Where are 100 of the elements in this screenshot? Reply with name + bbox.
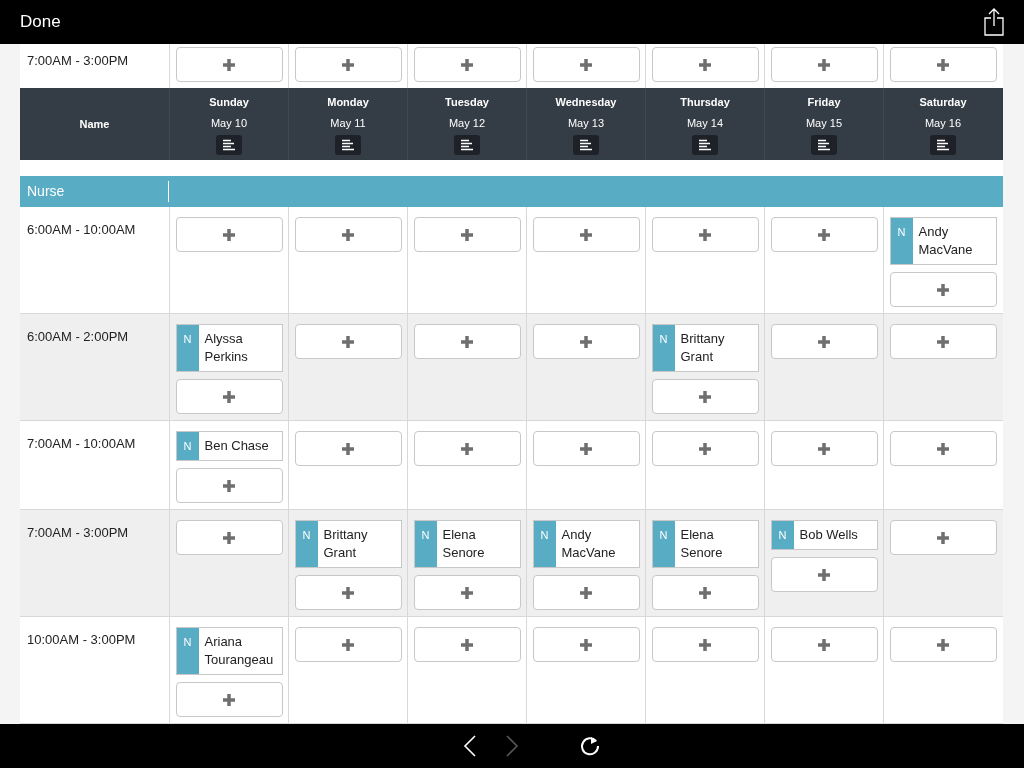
employee-name: Elena Senore bbox=[679, 526, 724, 562]
time-frame-label: 6:00AM - 10:00AM bbox=[27, 222, 136, 237]
add-shift-button[interactable] bbox=[532, 217, 640, 252]
time-frame-label: 7:00AM - 3:00PM bbox=[27, 525, 129, 540]
role-badge: N bbox=[890, 218, 913, 264]
plus-icon bbox=[460, 57, 474, 72]
shift-card[interactable]: N Elena Senore bbox=[651, 520, 759, 568]
shift-card[interactable]: N Alyssa Perkins bbox=[175, 324, 283, 372]
add-shift-button[interactable] bbox=[770, 557, 878, 592]
role-badge: N bbox=[176, 432, 199, 460]
column-header: Name bbox=[79, 116, 110, 132]
add-shift-button[interactable] bbox=[770, 431, 878, 466]
plus-icon bbox=[341, 637, 355, 652]
add-shift-button[interactable] bbox=[413, 47, 521, 82]
done-button[interactable]: Done bbox=[20, 9, 61, 35]
role-badge: N bbox=[652, 521, 675, 567]
add-shift-button[interactable] bbox=[294, 324, 402, 359]
list-icon[interactable] bbox=[216, 135, 242, 155]
add-shift-button[interactable] bbox=[175, 468, 283, 503]
reload-icon[interactable] bbox=[579, 735, 601, 757]
add-shift-button[interactable] bbox=[175, 217, 283, 252]
shift-card[interactable]: N Andy MacVane bbox=[889, 217, 997, 265]
add-shift-button[interactable] bbox=[532, 431, 640, 466]
add-shift-button[interactable] bbox=[294, 575, 402, 610]
plus-icon bbox=[817, 637, 831, 652]
list-icon[interactable] bbox=[335, 135, 361, 155]
add-shift-button[interactable] bbox=[532, 47, 640, 82]
plus-icon bbox=[936, 441, 950, 456]
add-shift-button[interactable] bbox=[889, 47, 997, 82]
plus-icon bbox=[936, 57, 950, 72]
add-shift-button[interactable] bbox=[175, 379, 283, 414]
day-name: Wednesday bbox=[555, 95, 617, 110]
plus-icon bbox=[936, 334, 950, 349]
shift-card[interactable]: N Ben Chase bbox=[175, 431, 283, 461]
day-name: Friday bbox=[807, 95, 841, 110]
add-shift-button[interactable] bbox=[770, 217, 878, 252]
add-shift-button[interactable] bbox=[770, 324, 878, 359]
add-shift-button[interactable] bbox=[651, 47, 759, 82]
add-shift-button[interactable] bbox=[413, 575, 521, 610]
day-date: May 12 bbox=[448, 115, 486, 131]
list-icon[interactable] bbox=[573, 135, 599, 155]
shift-card[interactable]: N Ariana Tourangeau bbox=[175, 627, 283, 675]
add-shift-button[interactable] bbox=[651, 575, 759, 610]
list-icon[interactable] bbox=[811, 135, 837, 155]
add-shift-button[interactable] bbox=[889, 272, 997, 307]
share-icon[interactable] bbox=[984, 8, 1004, 36]
role-badge: N bbox=[533, 521, 556, 567]
add-shift-button[interactable] bbox=[532, 575, 640, 610]
add-shift-button[interactable] bbox=[889, 324, 997, 359]
plus-icon bbox=[817, 57, 831, 72]
employee-name: Andy MacVane bbox=[917, 223, 974, 259]
plus-icon bbox=[936, 637, 950, 652]
add-shift-button[interactable] bbox=[532, 627, 640, 662]
plus-icon bbox=[817, 567, 831, 582]
list-icon[interactable] bbox=[454, 135, 480, 155]
plus-icon bbox=[579, 334, 593, 349]
plus-icon bbox=[579, 227, 593, 242]
add-shift-button[interactable] bbox=[770, 627, 878, 662]
add-shift-button[interactable] bbox=[413, 324, 521, 359]
list-icon[interactable] bbox=[692, 135, 718, 155]
add-shift-button[interactable] bbox=[175, 47, 283, 82]
plus-icon bbox=[222, 692, 236, 707]
plus-icon bbox=[579, 57, 593, 72]
plus-icon bbox=[341, 585, 355, 600]
add-shift-button[interactable] bbox=[175, 520, 283, 555]
add-shift-button[interactable] bbox=[651, 217, 759, 252]
day-date: May 15 bbox=[805, 115, 843, 131]
shift-card[interactable]: N Elena Senore bbox=[413, 520, 521, 568]
role-badge: N bbox=[295, 521, 318, 567]
shift-card[interactable]: N Brittany Grant bbox=[651, 324, 759, 372]
add-shift-button[interactable] bbox=[294, 431, 402, 466]
add-shift-button[interactable] bbox=[294, 47, 402, 82]
add-shift-button[interactable] bbox=[889, 520, 997, 555]
shift-card[interactable]: N Bob Wells bbox=[770, 520, 878, 550]
plus-icon bbox=[579, 441, 593, 456]
add-shift-button[interactable] bbox=[651, 379, 759, 414]
shift-card[interactable]: N Andy MacVane bbox=[532, 520, 640, 568]
add-shift-button[interactable] bbox=[294, 217, 402, 252]
employee-name: Elena Senore bbox=[441, 526, 486, 562]
add-shift-button[interactable] bbox=[413, 217, 521, 252]
add-shift-button[interactable] bbox=[651, 431, 759, 466]
time-frame-label: 6:00AM - 2:00PM bbox=[27, 329, 129, 344]
add-shift-button[interactable] bbox=[651, 627, 759, 662]
role-badge: N bbox=[414, 521, 437, 567]
day-name: Sunday bbox=[209, 95, 249, 110]
employee-name: Bob Wells bbox=[798, 526, 859, 544]
add-shift-button[interactable] bbox=[889, 431, 997, 466]
add-shift-button[interactable] bbox=[413, 627, 521, 662]
back-button[interactable] bbox=[463, 734, 477, 758]
add-shift-button[interactable] bbox=[889, 627, 997, 662]
day-date: May 16 bbox=[924, 115, 962, 131]
add-shift-button[interactable] bbox=[770, 47, 878, 82]
add-shift-button[interactable] bbox=[175, 682, 283, 717]
plus-icon bbox=[341, 57, 355, 72]
add-shift-button[interactable] bbox=[294, 627, 402, 662]
plus-icon bbox=[817, 227, 831, 242]
add-shift-button[interactable] bbox=[413, 431, 521, 466]
add-shift-button[interactable] bbox=[532, 324, 640, 359]
list-icon[interactable] bbox=[930, 135, 956, 155]
shift-card[interactable]: N Brittany Grant bbox=[294, 520, 402, 568]
